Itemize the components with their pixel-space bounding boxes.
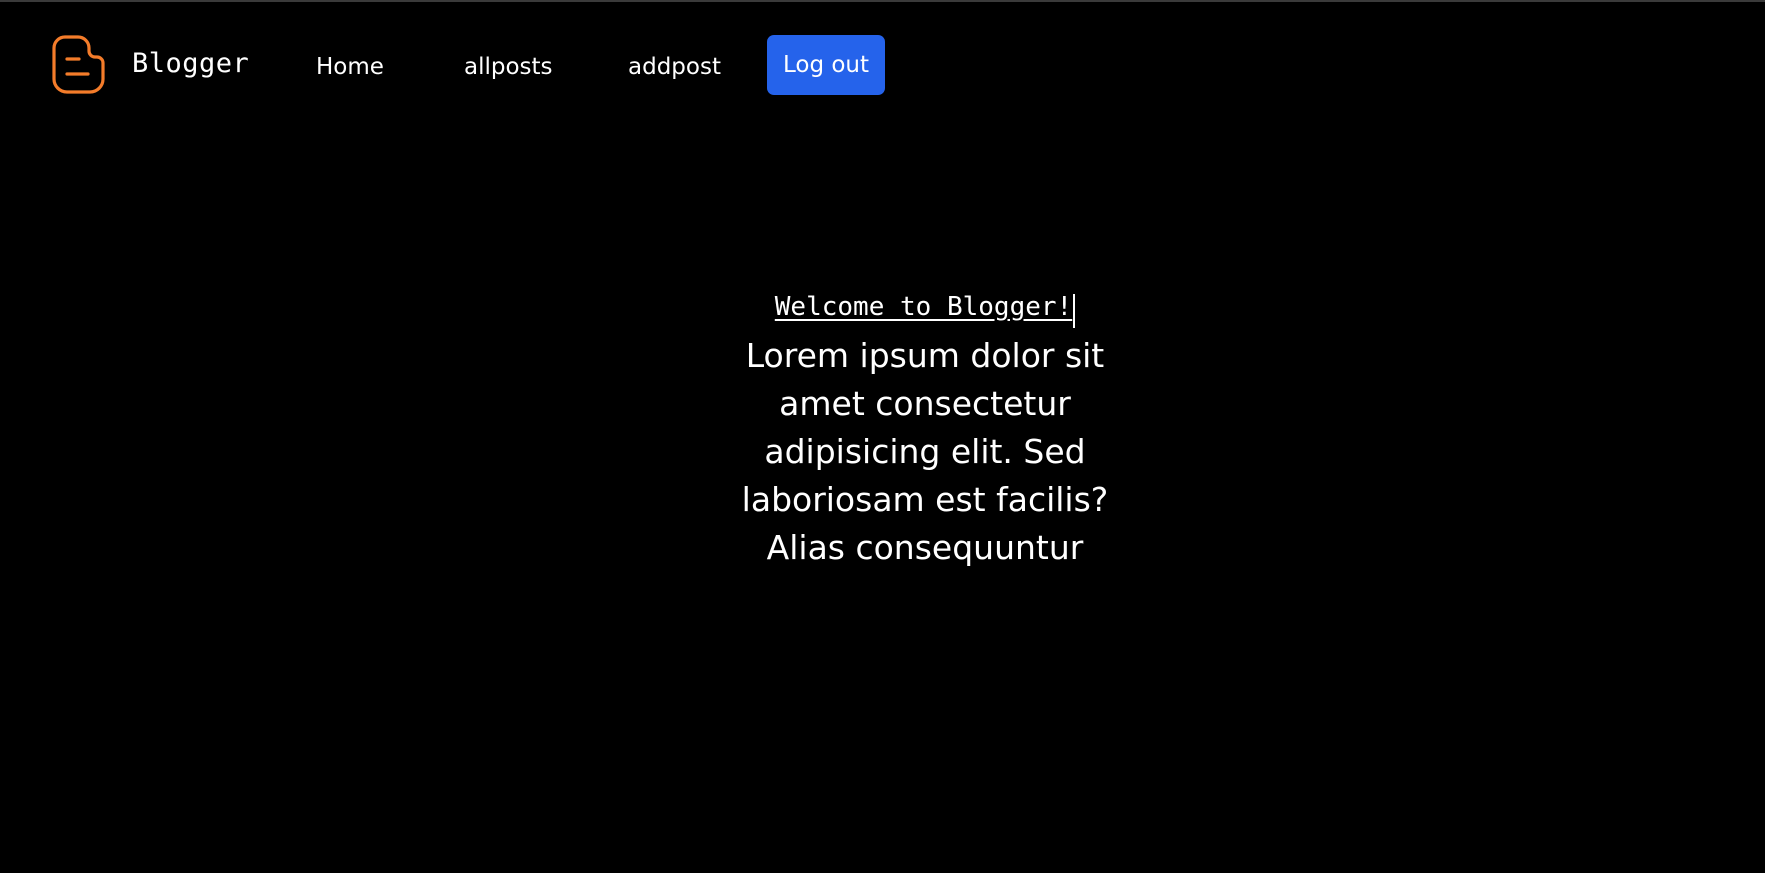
hero-section: Welcome to Blogger! Lorem ipsum dolor si…	[700, 286, 1150, 572]
text-cursor	[1073, 293, 1076, 328]
logout-button[interactable]: Log out	[767, 35, 885, 95]
hero-title: Welcome to Blogger!	[774, 292, 1073, 322]
nav-link-home[interactable]: Home	[316, 54, 384, 80]
blogger-logo-icon[interactable]	[48, 34, 110, 96]
navbar: Blogger Home allposts addpost Log out	[0, 2, 1765, 132]
hero-body-text: Lorem ipsum dolor sit amet consectetur a…	[741, 336, 1109, 567]
nav-link-addpost[interactable]: addpost	[628, 54, 721, 80]
brand-name[interactable]: Blogger	[132, 48, 249, 79]
nav-link-allposts[interactable]: allposts	[464, 54, 553, 80]
